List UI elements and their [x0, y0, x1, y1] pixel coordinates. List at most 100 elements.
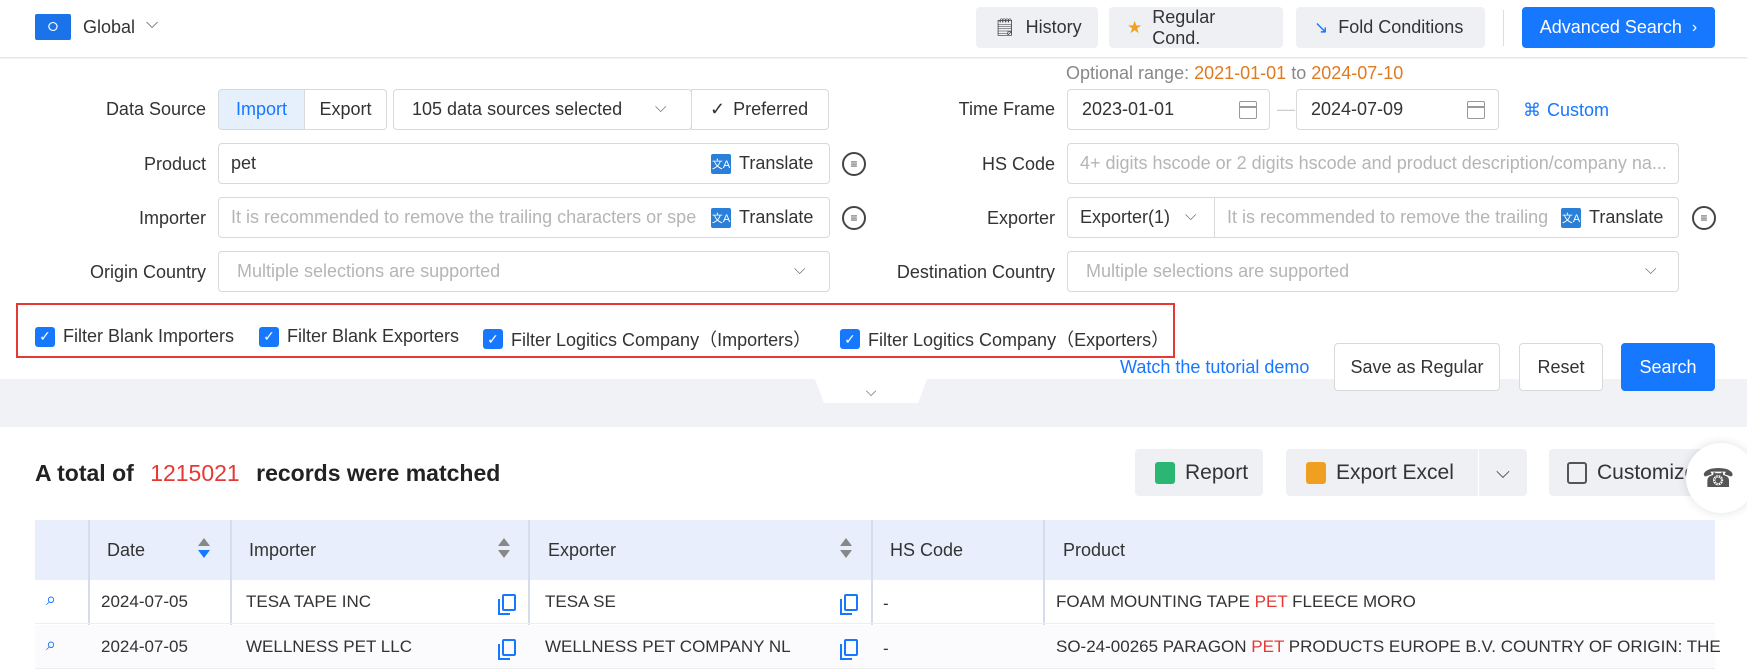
- copy-icon[interactable]: [498, 594, 516, 615]
- report-icon: [1155, 461, 1175, 484]
- column-header-product[interactable]: Product: [1063, 520, 1125, 580]
- column-header-hs-code[interactable]: HS Code: [890, 520, 963, 580]
- report-button[interactable]: Report: [1135, 449, 1263, 496]
- product-translate-button[interactable]: 文A Translate: [711, 153, 813, 174]
- exporter-cell[interactable]: WELLNESS PET COMPANY NL: [545, 637, 791, 657]
- copy-icon[interactable]: [498, 639, 516, 660]
- importer-translate-button[interactable]: 文A Translate: [711, 207, 813, 228]
- hs-code-input[interactable]: 4+ digits hscode or 2 digits hscode and …: [1067, 143, 1679, 184]
- translate-label: Translate: [739, 207, 814, 227]
- columns-icon: [1567, 461, 1587, 484]
- product-highlight: PET: [1251, 637, 1285, 656]
- product-text: FLEECE MORO: [1287, 592, 1416, 611]
- product-cell: SO-24-00265 PARAGON PET PRODUCTS EUROPE …: [1056, 637, 1721, 657]
- filter-label: Filter Blank Exporters: [287, 326, 460, 346]
- filter-label: Filter Blank Importers: [63, 326, 235, 346]
- filter-logistics-exporters[interactable]: ✓ Filter Logitics Company（Exporters）: [840, 326, 1169, 352]
- importer-cell[interactable]: WELLNESS PET LLC: [246, 637, 412, 657]
- export-options-button[interactable]: ⌵: [1479, 449, 1527, 496]
- product-cell: FOAM MOUNTING TAPE PET FLEECE MORO: [1056, 592, 1416, 612]
- sort-icon[interactable]: [840, 538, 852, 560]
- view-detail-search-icon[interactable]: ⌕: [46, 589, 56, 610]
- advanced-label: Advanced Search: [1539, 17, 1682, 37]
- hs-code-cell: -: [883, 594, 889, 613]
- translate-label: Translate: [1589, 207, 1664, 227]
- column-header-importer[interactable]: Importer: [249, 520, 316, 580]
- fold-conditions-button[interactable]: ↘ Fold Conditions: [1296, 7, 1485, 48]
- calendar-icon[interactable]: [1467, 101, 1485, 119]
- save-as-regular-button[interactable]: Save as Regular: [1334, 343, 1500, 391]
- filter-logistics-importers[interactable]: ✓ Filter Logitics Company（Importers）: [483, 326, 811, 352]
- customize-label: Customize: [1597, 460, 1697, 484]
- filter-label: Filter Logitics Company（Exporters）: [868, 330, 1170, 350]
- export-excel-label: Export Excel: [1336, 460, 1454, 484]
- copy-icon[interactable]: [840, 594, 858, 615]
- exporter-type-value: Exporter(1): [1080, 207, 1171, 227]
- checkbox-icon[interactable]: ✓: [259, 326, 279, 347]
- column-header-exporter[interactable]: Exporter: [548, 520, 616, 580]
- checkbox-icon[interactable]: ✓: [483, 329, 503, 349]
- advanced-search-button[interactable]: Advanced Search ›: [1522, 7, 1715, 48]
- exporter-cell[interactable]: TESA SE: [545, 592, 616, 612]
- sort-icon[interactable]: [198, 538, 210, 560]
- results-summary: A total of 1215021 records were matched: [35, 460, 500, 487]
- history-label: History: [1025, 17, 1082, 37]
- copy-icon[interactable]: [840, 639, 858, 660]
- synonym-search-icon[interactable]: ≡: [842, 206, 866, 230]
- filter-blank-exporters[interactable]: ✓ Filter Blank Exporters: [259, 326, 459, 347]
- regular-conditions-button[interactable]: ★ Regular Cond.: [1109, 7, 1283, 48]
- history-button[interactable]: 🗒 History: [976, 7, 1098, 48]
- origin-country-label: Origin Country: [89, 262, 206, 282]
- translate-icon: 文A: [711, 153, 731, 174]
- star-icon: ★: [1127, 17, 1143, 37]
- chevron-down-icon: ⌵: [1496, 462, 1510, 482]
- product-text: SO-24-00265 PARAGON: [1056, 637, 1252, 656]
- hs-code-placeholder: 4+ digits hscode or 2 digits hscode and …: [1080, 153, 1667, 173]
- custom-range-link[interactable]: ⌘ Custom: [1523, 100, 1609, 121]
- export-excel-button[interactable]: Export Excel: [1286, 449, 1478, 496]
- region-label[interactable]: Global: [83, 17, 135, 38]
- time-frame-label: Time Frame: [958, 99, 1055, 119]
- chevron-down-icon[interactable]: ⌵: [655, 99, 666, 116]
- fold-label: Fold Conditions: [1338, 17, 1464, 37]
- collapse-toggle[interactable]: ⌵: [815, 379, 927, 403]
- export-toggle[interactable]: Export: [304, 89, 387, 130]
- filter-blank-importers[interactable]: ✓ Filter Blank Importers: [35, 326, 234, 347]
- preferred-label: Preferred: [733, 99, 809, 119]
- data-sources-select[interactable]: 105 data sources selected: [393, 89, 692, 130]
- importer-cell[interactable]: TESA TAPE INC: [246, 592, 371, 612]
- search-button[interactable]: Search: [1621, 343, 1715, 391]
- synonym-search-icon[interactable]: ≡: [1692, 206, 1716, 230]
- reset-button[interactable]: Reset: [1519, 343, 1603, 391]
- translate-icon: 文A: [1561, 207, 1581, 228]
- chevron-down-icon[interactable]: ⌵: [794, 261, 805, 278]
- view-detail-search-icon[interactable]: ⌕: [46, 634, 56, 655]
- custom-label: Custom: [1547, 100, 1610, 120]
- calendar-icon[interactable]: [1239, 101, 1257, 119]
- exporter-translate-button[interactable]: 文A Translate: [1561, 207, 1663, 228]
- support-headset-icon[interactable]: ☎︎: [1686, 443, 1747, 513]
- chevron-down-icon[interactable]: ⌵: [1185, 207, 1196, 224]
- sort-icon[interactable]: [498, 538, 510, 560]
- globe-icon[interactable]: ⭘: [35, 14, 71, 40]
- column-header-date[interactable]: Date: [107, 520, 145, 580]
- optional-prefix: Optional range:: [1066, 63, 1190, 83]
- chevron-down-icon[interactable]: ⌵: [1645, 261, 1656, 278]
- origin-placeholder: Multiple selections are supported: [237, 261, 501, 281]
- top-bar: ⭘ Global ⌵ 🗒 History ★ Regular Cond. ↘ F…: [0, 0, 1747, 58]
- product-highlight: PET: [1254, 592, 1288, 611]
- origin-country-select[interactable]: Multiple selections are supported: [218, 251, 830, 292]
- product-text: PRODUCTS EUROPE B.V. COUNTRY OF ORIGIN: …: [1284, 637, 1721, 656]
- destination-placeholder: Multiple selections are supported: [1086, 261, 1350, 281]
- checkbox-icon[interactable]: ✓: [840, 329, 860, 349]
- exporter-placeholder: It is recommended to remove the trailing: [1227, 207, 1549, 227]
- chevron-down-icon[interactable]: ⌵: [146, 15, 158, 33]
- preferred-button[interactable]: ✓︎ Preferred: [691, 89, 829, 130]
- data-source-label: Data Source: [105, 99, 206, 119]
- checkbox-icon[interactable]: ✓: [35, 326, 55, 347]
- tutorial-link[interactable]: Watch the tutorial demo: [1120, 357, 1309, 378]
- end-date-value: 2024-07-09: [1311, 99, 1404, 119]
- synonym-search-icon[interactable]: ≡: [842, 152, 866, 176]
- destination-country-select[interactable]: Multiple selections are supported: [1067, 251, 1679, 292]
- import-toggle[interactable]: Import: [218, 89, 304, 130]
